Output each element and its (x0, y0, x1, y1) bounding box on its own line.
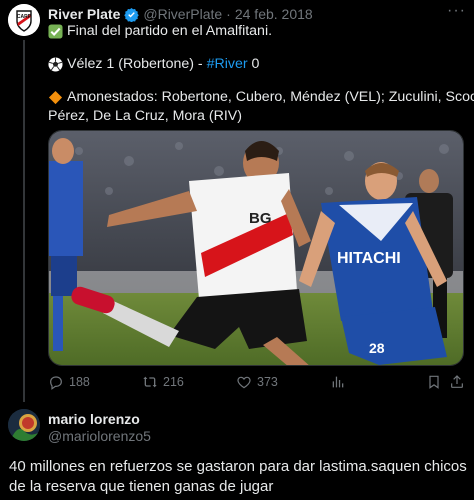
like-button[interactable]: 373 (236, 374, 278, 390)
like-icon (237, 376, 251, 389)
more-icon[interactable]: ··· (447, 2, 466, 20)
player-number: 28 (369, 340, 385, 356)
reply-icon (50, 376, 62, 390)
bookmark-button[interactable] (426, 374, 447, 390)
sponsor-text-bg: BG (249, 210, 272, 227)
svg-text:CARP: CARP (17, 14, 32, 20)
views-icon (332, 376, 344, 388)
tweet-header: River Plate @RiverPlate · 24 feb. 2018 (48, 5, 313, 23)
orange-diamond-emoji (48, 90, 63, 105)
main-tweet[interactable]: CARP River Plate @RiverPlate · 24 feb. 2… (0, 0, 474, 402)
tweet-text: Final del partido en el Amalfitani. Véle… (48, 22, 474, 126)
soccer-ball-emoji (48, 57, 63, 72)
reply-text: 40 millones en refuerzos se gastaron par… (9, 458, 467, 495)
reply-button[interactable]: 188 (48, 374, 90, 390)
reply-author-handle[interactable]: @mariolorenzo5 (48, 428, 151, 444)
bookmark-icon (429, 375, 439, 389)
booked-players-line2: Pérez, De La Cruz, Mora (RIV) (48, 108, 242, 125)
booked-players-line1: Amonestados: Robertone, Cubero, Méndez (… (67, 89, 474, 106)
reply-count: 188 (69, 375, 90, 389)
thread-line (23, 40, 25, 402)
score-text: Vélez 1 (Robertone) - (67, 56, 207, 73)
river-hashtag-link[interactable]: #River (207, 55, 248, 74)
reply-tweet[interactable]: mario lorenzo @mariolorenzo5 40 millones… (0, 403, 474, 500)
views-button[interactable] (330, 374, 351, 390)
verified-badge-icon (124, 7, 140, 22)
retweet-count: 216 (163, 375, 184, 389)
action-bar: 188 216 373 (48, 374, 464, 392)
sponsor-text-hitachi: HITACHI (337, 250, 401, 267)
score-suffix: 0 (247, 56, 260, 73)
like-count: 373 (257, 375, 278, 389)
share-button[interactable] (449, 374, 470, 390)
separator-dot: · (226, 6, 231, 22)
check-mark-emoji (48, 24, 63, 39)
tweet-line-final: Final del partido en el Amalfitani. (67, 23, 273, 40)
author-handle[interactable]: @RiverPlate (143, 6, 222, 22)
share-icon (451, 375, 463, 388)
river-plate-avatar[interactable]: CARP (8, 4, 40, 36)
author-name[interactable]: River Plate (48, 6, 120, 22)
retweet-icon (143, 376, 157, 388)
reply-author-name[interactable]: mario lorenzo (48, 411, 140, 427)
tweet-date[interactable]: 24 feb. 2018 (235, 6, 313, 22)
retweet-button[interactable]: 216 (142, 374, 184, 390)
mario-lorenzo-avatar[interactable] (8, 409, 40, 441)
match-photo[interactable]: BG HITACHI 28 (48, 130, 464, 366)
